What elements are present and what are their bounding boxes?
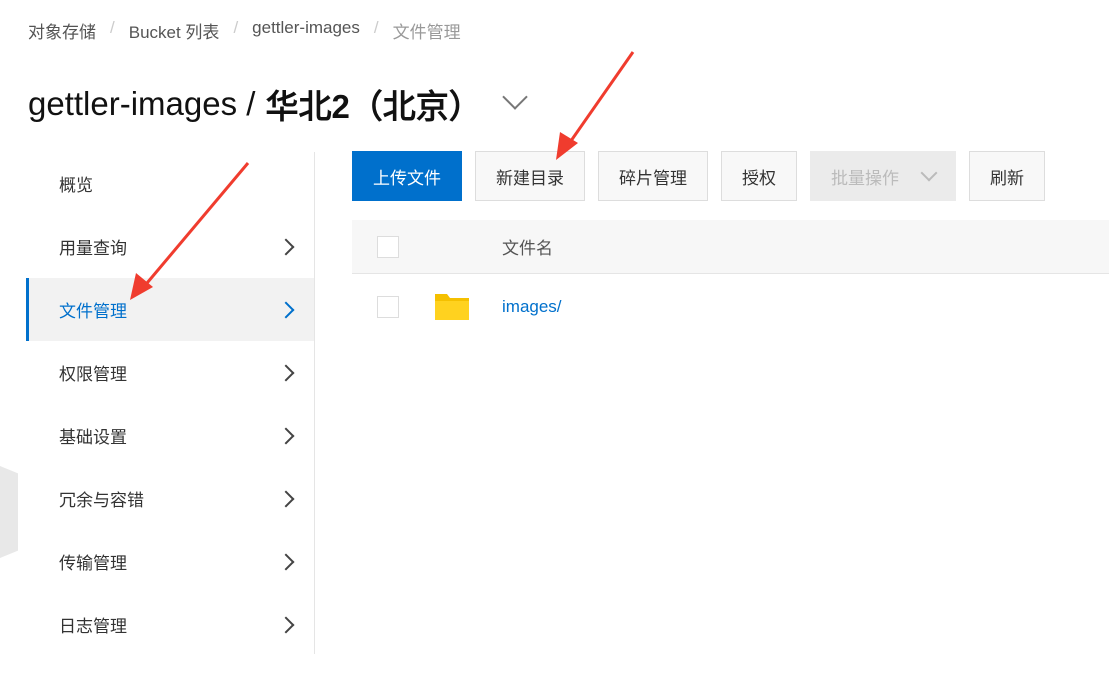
chevron-right-icon — [277, 490, 295, 507]
sidebar-item-files[interactable]: 文件管理 — [26, 278, 314, 341]
sidebar-item-overview[interactable]: 概览 — [26, 152, 314, 215]
label: 概览 — [59, 176, 93, 195]
sidebar-item-basic-settings[interactable]: 基础设置 — [26, 404, 314, 467]
chevron-right-icon — [277, 427, 295, 444]
region-name: 华北2（北京） — [265, 88, 482, 125]
chevron-right-icon — [277, 364, 295, 381]
label: 用量查询 — [59, 239, 127, 258]
label: 基础设置 — [59, 428, 127, 447]
label: 权限管理 — [59, 365, 127, 384]
row-checkbox[interactable] — [377, 296, 399, 318]
breadcrumb-item[interactable]: 对象存储 — [28, 18, 96, 43]
breadcrumb-current: 文件管理 — [392, 23, 461, 42]
chevron-right-icon — [277, 238, 295, 255]
authorize-button[interactable]: 授权 — [721, 151, 797, 201]
sidebar-item-redundancy[interactable]: 冗余与容错 — [26, 467, 314, 530]
sidebar-item-usage[interactable]: 用量查询 — [26, 215, 314, 278]
refresh-button[interactable]: 刷新 — [969, 151, 1045, 201]
toolbar: 上传文件 新建目录 碎片管理 授权 批量操作 刷新 — [352, 151, 1045, 201]
batch-actions-button[interactable]: 批量操作 — [810, 151, 956, 201]
sidebar-item-permissions[interactable]: 权限管理 — [26, 341, 314, 404]
sidebar-item-logs[interactable]: 日志管理 — [26, 593, 314, 656]
upload-button[interactable]: 上传文件 — [352, 151, 462, 201]
sidebar-item-transfer[interactable]: 传输管理 — [26, 530, 314, 593]
label: 传输管理 — [59, 554, 127, 573]
label: 批量操作 — [831, 168, 899, 188]
fragments-button[interactable]: 碎片管理 — [598, 151, 708, 201]
file-link[interactable]: images/ — [502, 297, 562, 317]
folder-icon — [435, 294, 469, 320]
select-all-checkbox[interactable] — [377, 235, 399, 258]
sidebar: 概览 用量查询 文件管理 权限管理 基础设置 冗余与容错 传输管理 日志管理 — [26, 152, 315, 654]
table-row[interactable]: images/ — [352, 274, 1109, 340]
breadcrumb-item[interactable]: gettler-images — [252, 18, 360, 43]
label: 冗余与容错 — [59, 491, 144, 510]
breadcrumb-item[interactable]: Bucket 列表 — [129, 18, 220, 43]
column-filename: 文件名 — [502, 239, 553, 258]
label: 文件管理 — [59, 302, 127, 321]
breadcrumb: 对象存储 / Bucket 列表 / gettler-images / 文件管理 — [28, 18, 461, 43]
table-header: 文件名 — [352, 220, 1109, 274]
label: 日志管理 — [59, 617, 127, 636]
chevron-right-icon — [277, 553, 295, 570]
chevron-down-icon[interactable] — [502, 84, 528, 110]
bucket-name: gettler-images / — [28, 85, 256, 122]
new-directory-button[interactable]: 新建目录 — [475, 151, 585, 201]
chevron-right-icon — [277, 616, 295, 633]
collapse-handle[interactable] — [0, 466, 18, 558]
chevron-right-icon — [277, 301, 295, 318]
chevron-down-icon — [920, 164, 938, 182]
page-title: gettler-images / 华北2（北京） — [28, 80, 528, 128]
